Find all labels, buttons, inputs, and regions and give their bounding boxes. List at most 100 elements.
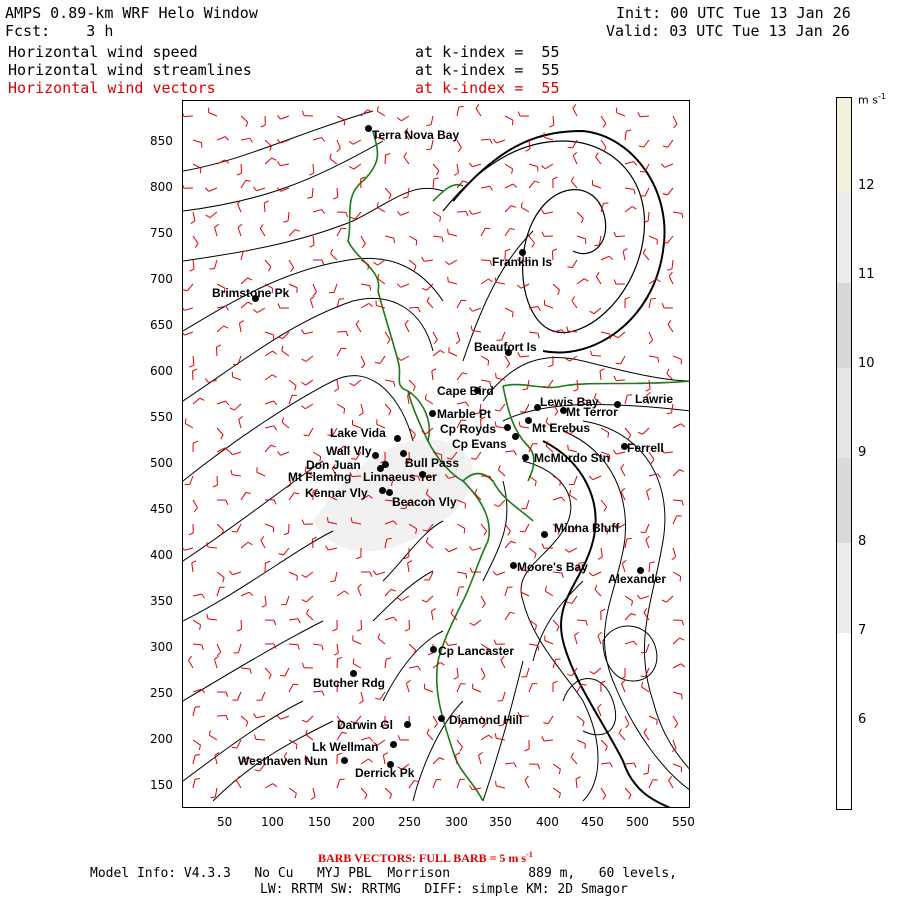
wind-barb xyxy=(336,590,345,597)
wind-barb xyxy=(456,779,461,789)
wind-barb-flag xyxy=(608,255,614,260)
wind-barb xyxy=(524,523,530,533)
wind-barb-flag xyxy=(599,368,605,372)
wind-barb-flag xyxy=(469,785,473,790)
wind-barb-flag xyxy=(507,530,511,536)
wind-barb xyxy=(288,618,298,621)
wind-barb xyxy=(672,663,682,669)
wind-barb xyxy=(213,659,218,669)
wind-barb-flag xyxy=(273,499,277,505)
wind-barb-flag xyxy=(511,168,514,174)
wind-barb xyxy=(552,115,555,126)
wind-barb xyxy=(240,163,243,174)
wind-barb-flag xyxy=(236,628,242,632)
wind-barb xyxy=(504,183,514,189)
wind-barb xyxy=(377,637,386,645)
wind-barb-flag xyxy=(225,691,229,697)
wind-barb-flag xyxy=(270,444,276,448)
wind-barb xyxy=(192,397,201,405)
wind-barb-flag xyxy=(201,688,206,694)
wind-barb xyxy=(232,474,242,477)
wind-barb-flag xyxy=(573,388,579,392)
wind-barb-flag xyxy=(426,728,430,734)
colorbar-label: 8 xyxy=(858,534,867,549)
wind-barb-flag xyxy=(230,469,233,475)
wind-barb xyxy=(305,379,314,386)
wind-barb xyxy=(644,187,650,197)
wind-barb xyxy=(401,115,410,122)
wind-barb-flag xyxy=(283,532,289,536)
wind-barb xyxy=(192,235,199,244)
x-tick-label: 200 xyxy=(352,815,375,829)
wind-barb xyxy=(672,211,682,214)
wind-barb-flag xyxy=(309,172,315,176)
wind-barb xyxy=(312,209,322,213)
wind-barb-flag xyxy=(462,180,468,184)
wind-barb-flag xyxy=(597,631,602,636)
wind-barb xyxy=(432,163,440,172)
wind-barb xyxy=(547,715,554,724)
wind-barb xyxy=(260,691,266,701)
wind-barb xyxy=(408,235,418,241)
wind-barb xyxy=(624,427,632,436)
y-tick-label: 350 xyxy=(150,594,173,608)
wind-barb-flag xyxy=(194,778,201,780)
wind-barb-flag xyxy=(204,187,210,192)
wind-barb xyxy=(288,643,299,646)
wind-barb xyxy=(475,108,482,117)
wind-barb xyxy=(288,395,293,405)
wind-barb-flag xyxy=(534,624,537,630)
wind-barb-flag xyxy=(497,465,501,471)
wind-barb-flag xyxy=(321,645,324,651)
wind-barb-flag xyxy=(548,364,554,368)
colorbar-label: 9 xyxy=(858,445,867,460)
wind-barb xyxy=(456,587,460,597)
wind-barb-flag xyxy=(512,183,518,188)
wind-barb xyxy=(336,139,341,149)
wind-barb xyxy=(284,667,290,677)
wind-barb xyxy=(280,163,290,167)
wind-barb xyxy=(384,589,392,597)
wind-barb-flag xyxy=(646,487,651,492)
wind-barb xyxy=(400,211,410,216)
wind-barb-flag xyxy=(372,570,377,576)
wind-barb-flag xyxy=(343,120,346,126)
wind-barb-flag xyxy=(358,700,364,705)
station-marker xyxy=(525,417,532,424)
wind-barb-flag xyxy=(336,147,341,153)
wind-barb xyxy=(384,616,394,621)
wind-barb xyxy=(528,475,537,482)
wind-barb xyxy=(264,139,272,147)
wind-barb xyxy=(672,637,681,645)
wind-barb-flag xyxy=(625,723,630,729)
wind-barb xyxy=(524,779,530,789)
wind-barb xyxy=(552,787,561,794)
wind-barb-flag xyxy=(679,469,685,473)
wind-barb xyxy=(432,757,440,765)
wind-barb xyxy=(336,643,339,653)
place-label: Minna Bluff xyxy=(554,521,620,535)
wind-barb xyxy=(572,107,578,117)
wind-barb-flag xyxy=(309,244,315,248)
wind-barb-flag xyxy=(297,618,301,624)
wind-barb-flag xyxy=(192,368,198,372)
wind-barb xyxy=(591,354,602,357)
wind-barb xyxy=(552,475,561,482)
wind-barb xyxy=(600,427,609,434)
wind-barb xyxy=(425,595,434,603)
wind-barb-flag xyxy=(238,415,244,420)
wind-barb-flag xyxy=(183,307,185,311)
wind-barb-flag xyxy=(278,553,284,556)
wind-barb-flag xyxy=(301,329,305,335)
wind-barb-flag xyxy=(385,152,391,156)
wind-barb xyxy=(360,283,370,287)
wind-barb xyxy=(543,739,554,742)
wind-barb-flag xyxy=(567,146,573,149)
wind-barb-flag xyxy=(583,278,589,282)
wind-barb xyxy=(642,252,650,261)
wind-barb xyxy=(480,734,489,741)
wind-barb-flag xyxy=(349,382,355,387)
wind-barb xyxy=(192,355,195,366)
wind-barb xyxy=(384,154,387,165)
wind-barb xyxy=(672,547,677,557)
